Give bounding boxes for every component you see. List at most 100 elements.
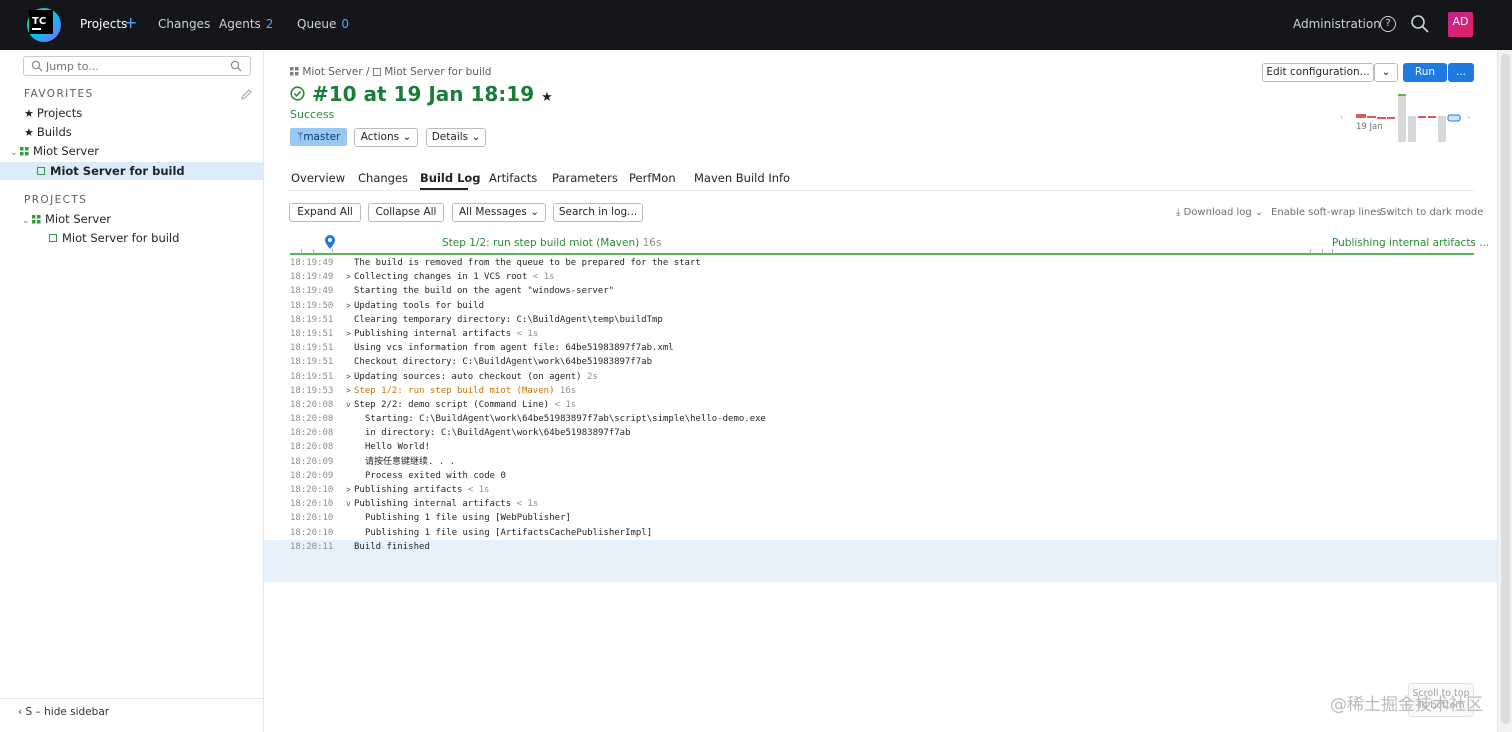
run-options-button[interactable]: ...	[1448, 63, 1474, 82]
timeline-tick	[1310, 249, 1311, 254]
build-config-icon	[37, 167, 45, 175]
history-next-icon[interactable]: ›	[1467, 113, 1471, 123]
breadcrumb-config[interactable]: Miot Server for build	[384, 66, 491, 78]
search-submit-icon[interactable]	[230, 60, 242, 72]
administration-link[interactable]: Administration	[1293, 17, 1381, 31]
log-row: 18:20:10 Publishing 1 file using [WebPubl…	[264, 511, 1512, 525]
history-bar[interactable]	[1377, 117, 1386, 119]
chevron-down-icon[interactable]: ⌄	[10, 148, 20, 158]
log-row[interactable]: 18:19:49 > Collecting changes in 1 VCS roo…	[264, 270, 1512, 284]
build-timeline[interactable]	[290, 253, 1474, 255]
help-icon[interactable]: ?	[1380, 16, 1396, 32]
log-message: Checkout directory: C:\BuildAgent\work\6…	[354, 355, 652, 369]
log-timestamp: 18:19:49	[290, 272, 334, 283]
download-icon: ⤓	[1176, 207, 1184, 218]
chevron-right-icon[interactable]: >	[346, 384, 354, 398]
nav-changes[interactable]: Changes	[158, 17, 210, 31]
download-log-link[interactable]: ⤓ Download log ⌄	[1176, 207, 1263, 218]
tab-overview[interactable]: Overview	[291, 171, 345, 185]
log-duration: < 1s	[467, 485, 490, 495]
nav-queue[interactable]: Queue 0	[297, 17, 349, 31]
log-timestamp: 18:20:09	[290, 456, 334, 467]
edit-configuration-button[interactable]: Edit configuration...	[1262, 63, 1374, 82]
favorite-star-icon[interactable]: ★	[541, 90, 553, 105]
timeline-end-label[interactable]: Publishing internal artifacts ...	[1332, 237, 1489, 249]
history-bar[interactable]	[1438, 116, 1446, 142]
log-row[interactable]: 18:19:53 > Step 1/2: run step build miot (…	[264, 384, 1512, 398]
history-prev-icon[interactable]: ‹	[1340, 113, 1344, 123]
project-miot-server-for-build[interactable]: Miot Server for build	[49, 231, 179, 245]
chevron-right-icon[interactable]: >	[346, 483, 354, 497]
log-message-text: 请按任意键继续. . .	[365, 456, 456, 467]
chevron-down-icon: ⌄	[1381, 66, 1391, 78]
log-duration: < 1s	[516, 328, 539, 339]
edit-configuration-dropdown[interactable]: ⌄	[1374, 63, 1398, 82]
chevron-down-icon[interactable]: v	[346, 497, 354, 511]
history-bar[interactable]	[1408, 116, 1416, 142]
details-dropdown[interactable]: Details ⌄	[426, 128, 486, 147]
soft-wrap-toggle[interactable]: Enable soft-wrap lines	[1271, 207, 1382, 218]
build-history-chart[interactable]: ‹ 19 Jan ›	[1340, 90, 1476, 146]
history-bar[interactable]	[1367, 116, 1376, 118]
chevron-right-icon[interactable]: >	[346, 270, 354, 284]
favorite-projects[interactable]: ★ Projects	[24, 106, 82, 120]
log-timestamp: 18:20:10	[290, 485, 334, 495]
jump-to-input[interactable]	[46, 58, 226, 74]
tab-maven-build-info[interactable]: Maven Build Info	[694, 171, 790, 185]
chevron-right-icon[interactable]: >	[346, 327, 354, 341]
all-messages-dropdown[interactable]: All Messages ⌄	[452, 203, 546, 222]
teamcity-logo-icon[interactable]: TC	[24, 5, 62, 45]
chevron-down-icon[interactable]: ⌄	[22, 216, 32, 226]
log-row[interactable]: 18:19:51 > Publishing internal artifacts <…	[264, 327, 1512, 341]
breadcrumb-project[interactable]: Miot Server	[302, 66, 362, 78]
actions-dropdown[interactable]: Actions ⌄	[354, 128, 418, 147]
run-button[interactable]: Run	[1403, 63, 1447, 82]
tab-parameters[interactable]: Parameters	[552, 171, 618, 185]
search-in-log-button[interactable]: Search in log...	[553, 203, 643, 222]
log-message: Process exited with code 0	[365, 469, 506, 483]
dark-mode-toggle[interactable]: Switch to dark mode	[1380, 207, 1483, 218]
hide-sidebar-button[interactable]: ‹ S – hide sidebar	[18, 706, 109, 718]
build-config-icon	[372, 68, 381, 76]
timeline-step-label[interactable]: Step 1/2: run step build miot (Maven) 16…	[442, 237, 661, 249]
page-scrollbar[interactable]	[1497, 50, 1512, 732]
history-bar[interactable]	[1428, 116, 1436, 118]
chevron-right-icon[interactable]: >	[346, 370, 354, 384]
favorite-miot-server[interactable]: ⌄ Miot Server	[10, 144, 99, 158]
add-project-icon[interactable]: +	[124, 13, 137, 32]
branch-badge[interactable]: ᛘmaster	[290, 128, 348, 146]
log-message-text: Publishing internal artifacts	[354, 499, 512, 510]
favorite-builds[interactable]: ★ Builds	[24, 125, 72, 139]
chevron-left-icon: ‹	[18, 706, 26, 718]
history-bar[interactable]	[1418, 116, 1426, 118]
chevron-down-icon[interactable]: v	[346, 398, 354, 412]
tab-perfmon[interactable]: PerfMon	[629, 171, 676, 185]
log-row[interactable]: 18:20:10 > Publishing artifacts < 1s	[264, 483, 1512, 497]
chevron-right-icon[interactable]: >	[346, 299, 354, 313]
log-row[interactable]: 18:19:50 > Updating tools for build	[264, 299, 1512, 313]
history-bar[interactable]	[1398, 94, 1406, 142]
collapse-all-button[interactable]: Collapse All	[368, 203, 444, 222]
tab-artifacts[interactable]: Artifacts	[489, 171, 537, 185]
log-row[interactable]: 18:19:51 > Updating sources: auto checkout…	[264, 370, 1512, 384]
expand-all-button[interactable]: Expand All	[289, 203, 361, 222]
build-config-icon	[49, 234, 57, 242]
history-bar[interactable]	[1356, 114, 1366, 118]
log-row[interactable]: 18:20:10 v Publishing internal artifacts <…	[264, 497, 1512, 511]
nav-agents[interactable]: Agents 2	[219, 17, 273, 31]
favorite-miot-server-for-build[interactable]: Miot Server for build	[0, 162, 263, 180]
user-avatar[interactable]: AD	[1448, 12, 1473, 37]
edit-favorites-icon[interactable]	[240, 88, 253, 101]
tab-build-log[interactable]: Build Log	[420, 171, 481, 185]
jump-to-box[interactable]	[23, 56, 251, 76]
log-row[interactable]: 18:20:08 v Step 2/2: demo script (Command …	[264, 398, 1512, 412]
history-bar-current[interactable]	[1447, 114, 1461, 122]
project-miot-server[interactable]: ⌄ Miot Server	[22, 212, 111, 226]
nav-projects[interactable]: Projects	[80, 17, 127, 31]
location-pin-icon[interactable]	[324, 234, 336, 250]
tab-changes[interactable]: Changes	[358, 171, 408, 185]
search-icon[interactable]	[1410, 14, 1430, 34]
scrollbar-thumb[interactable]	[1501, 54, 1510, 724]
history-bar[interactable]	[1387, 117, 1395, 119]
log-row: 18:20:10 Publishing 1 file using [Artifac…	[264, 526, 1512, 540]
